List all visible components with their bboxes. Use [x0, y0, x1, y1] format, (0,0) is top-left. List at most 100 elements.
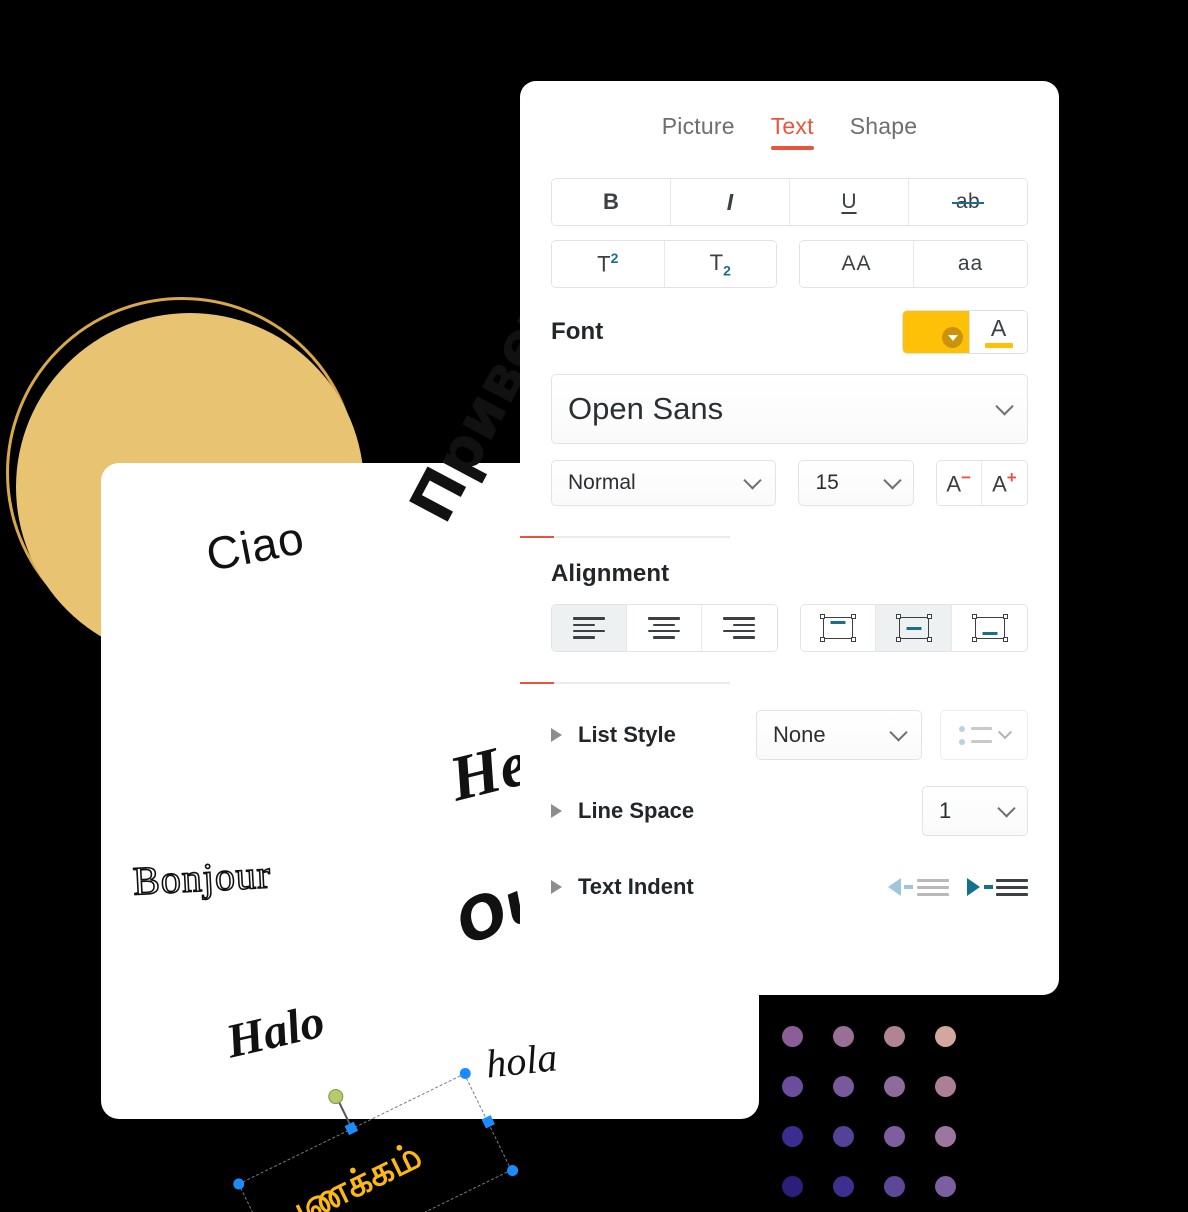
font-style-size-row: Normal 15 A− A+ — [551, 460, 1028, 506]
expand-triangle-icon[interactable] — [551, 804, 562, 818]
underline-icon: U — [841, 190, 857, 213]
font-style-select[interactable]: Normal — [551, 460, 777, 506]
text-color-a-icon: A — [990, 314, 1007, 341]
list-style-select[interactable]: None — [756, 710, 922, 760]
grid-dot — [935, 1076, 956, 1097]
chevron-down-icon[interactable] — [942, 327, 963, 348]
line-space-row: Line Space 1 — [551, 786, 1028, 836]
decrease-font-size-button[interactable]: A− — [936, 461, 982, 505]
align-left-icon — [573, 617, 606, 639]
section-divider — [520, 536, 1059, 538]
align-center-button[interactable] — [627, 605, 703, 651]
canvas-word-ciao[interactable]: Ciao — [202, 511, 309, 581]
rotation-handle[interactable] — [325, 1086, 346, 1107]
text-style-row: B I U ab — [551, 178, 1028, 226]
grid-dot — [833, 1176, 854, 1197]
line-space-label: Line Space — [578, 798, 695, 823]
increase-indent-button[interactable] — [967, 878, 1028, 896]
lowercase-icon: aa — [957, 252, 984, 275]
chevron-down-icon — [882, 471, 902, 490]
font-family-select[interactable]: Open Sans — [551, 374, 1028, 444]
arrow-left-icon — [888, 878, 901, 896]
align-top-button[interactable] — [800, 605, 877, 651]
alignment-section-title: Alignment — [551, 560, 670, 587]
align-right-button[interactable] — [702, 605, 777, 651]
superscript-button[interactable]: T2 — [552, 241, 665, 287]
grid-dot — [884, 1126, 905, 1147]
grid-dot — [782, 1126, 803, 1147]
align-top-icon — [819, 614, 856, 642]
font-color-group: A — [902, 310, 1028, 354]
increase-font-size-button[interactable]: A+ — [981, 461, 1027, 505]
align-center-icon — [648, 617, 681, 639]
list-bullet-type-button[interactable] — [940, 710, 1028, 760]
bullet-list-icon — [958, 725, 992, 745]
list-style-label: List Style — [578, 722, 676, 747]
font-text-color-button[interactable]: A — [970, 311, 1027, 353]
underline-button[interactable]: U — [790, 179, 909, 225]
increase-font-icon: A+ — [992, 468, 1017, 497]
canvas-word-halo[interactable]: Halo — [221, 995, 329, 1069]
lowercase-button[interactable]: aa — [914, 241, 1027, 287]
align-middle-button[interactable] — [876, 605, 953, 651]
align-left-button[interactable] — [552, 605, 628, 651]
list-style-value: None — [773, 722, 826, 747]
italic-button[interactable]: I — [671, 179, 790, 225]
section-divider — [520, 682, 1059, 684]
decrease-font-icon: A− — [946, 468, 972, 497]
alignment-section-header: Alignment — [551, 560, 1028, 588]
font-size-select[interactable]: 15 — [798, 460, 914, 506]
grid-dot — [833, 1126, 854, 1147]
align-bottom-button[interactable] — [952, 605, 1027, 651]
tab-text[interactable]: Text — [770, 113, 814, 150]
horizontal-alignment-group — [551, 604, 778, 652]
font-size-stepper-group: A− A+ — [935, 460, 1028, 506]
arrow-right-icon — [967, 878, 980, 896]
grid-dot — [833, 1026, 854, 1047]
subscript-icon: T2 — [709, 249, 731, 279]
text-style-group: B I U ab — [551, 178, 1028, 226]
canvas-word-bonjour[interactable]: Bonjour — [131, 851, 273, 905]
expand-triangle-icon[interactable] — [551, 728, 562, 742]
indent-lines-icon — [996, 878, 1028, 896]
arrow-right-stem — [984, 885, 993, 889]
tab-picture[interactable]: Picture — [662, 113, 735, 150]
canvas-word-hola[interactable]: hola — [484, 1034, 559, 1086]
chevron-down-icon — [995, 397, 1014, 416]
chevron-down-icon — [997, 799, 1016, 818]
text-case-row: T2 T2 AA aa — [551, 240, 1028, 288]
arrow-left-stem — [904, 885, 913, 889]
expand-triangle-icon[interactable] — [551, 880, 562, 894]
script-group: T2 T2 — [551, 240, 777, 288]
grid-dot — [782, 1176, 803, 1197]
bold-icon: B — [603, 189, 619, 214]
grid-dot — [884, 1176, 905, 1197]
selected-text-object[interactable]: வணக்கம் — [230, 1065, 520, 1212]
font-fill-color-swatch[interactable] — [903, 311, 970, 353]
case-group: AA aa — [799, 240, 1028, 288]
outdent-lines-icon — [917, 878, 949, 896]
bold-button[interactable]: B — [552, 179, 671, 225]
line-space-select[interactable]: 1 — [922, 786, 1028, 836]
align-middle-icon — [895, 614, 932, 642]
superscript-icon: T2 — [597, 250, 619, 277]
font-family-value: Open Sans — [568, 391, 724, 426]
tab-shape[interactable]: Shape — [850, 113, 918, 150]
grid-dot — [884, 1076, 905, 1097]
text-indent-controls — [888, 878, 1028, 896]
font-section-title: Font — [551, 318, 604, 345]
vertical-alignment-group — [799, 604, 1028, 652]
decrease-indent-button[interactable] — [888, 878, 949, 896]
line-space-value: 1 — [939, 798, 952, 823]
grid-dot — [833, 1076, 854, 1097]
font-section-header: Font A — [551, 310, 1028, 354]
uppercase-button[interactable]: AA — [800, 241, 914, 287]
grid-dot — [782, 1076, 803, 1097]
italic-icon: I — [726, 188, 734, 215]
strikethrough-icon: ab — [951, 190, 985, 213]
grid-dot — [884, 1026, 905, 1047]
strikethrough-button[interactable]: ab — [909, 179, 1027, 225]
subscript-button[interactable]: T2 — [664, 241, 776, 287]
grid-dot — [935, 1026, 956, 1047]
list-style-controls: None — [756, 710, 1028, 760]
